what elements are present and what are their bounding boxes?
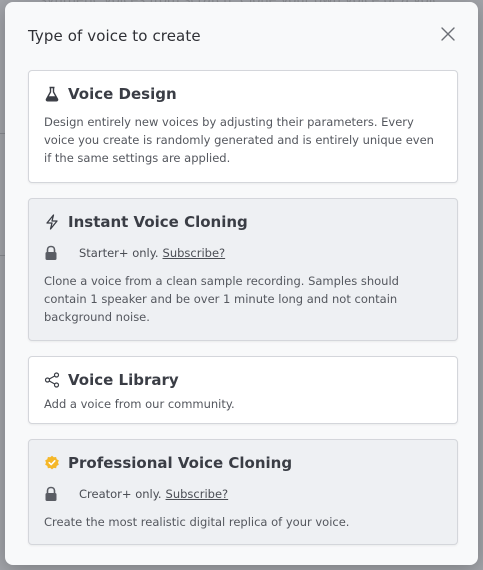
lock-icon — [44, 245, 58, 261]
voice-type-modal: Type of voice to create Voice Design Des… — [5, 2, 478, 565]
modal-header: Type of voice to create — [28, 26, 458, 48]
subscribe-link[interactable]: Subscribe? — [163, 246, 226, 260]
lock-icon — [44, 486, 58, 502]
plan-requirement: Creator+ only. Subscribe? — [44, 485, 442, 503]
flask-icon — [44, 86, 60, 102]
modal-title: Type of voice to create — [28, 27, 201, 45]
option-description: Create the most realistic digital replic… — [44, 515, 350, 529]
option-title: Instant Voice Cloning — [68, 213, 248, 231]
close-icon[interactable] — [438, 24, 458, 44]
plan-requirement-text: Starter+ only. — [79, 246, 159, 260]
option-header: Voice Library — [44, 370, 442, 390]
option-professional-voice-cloning[interactable]: Professional Voice Cloning Creator+ only… — [28, 439, 458, 545]
plan-requirement-text: Creator+ only. — [79, 487, 162, 501]
lightning-icon — [44, 214, 60, 230]
option-instant-voice-cloning[interactable]: Instant Voice Cloning Starter+ only. Sub… — [28, 198, 458, 341]
subscribe-link[interactable]: Subscribe? — [166, 487, 229, 501]
option-header: Instant Voice Cloning — [44, 212, 442, 232]
plan-requirement: Starter+ only. Subscribe? — [44, 244, 442, 262]
option-description: Add a voice from our community. — [44, 397, 235, 411]
option-title: Professional Voice Cloning — [68, 454, 293, 472]
verified-badge-icon — [44, 455, 60, 471]
option-voice-design[interactable]: Voice Design Design entirely new voices … — [28, 70, 458, 183]
option-voice-library[interactable]: Voice Library Add a voice from our commu… — [28, 356, 458, 424]
option-header: Voice Design — [44, 84, 442, 104]
share-icon — [44, 372, 60, 388]
option-title: Voice Library — [68, 371, 179, 389]
option-header: Professional Voice Cloning — [44, 453, 442, 473]
option-title: Voice Design — [68, 85, 177, 103]
option-description: Clone a voice from a clean sample record… — [44, 274, 399, 324]
option-description: Design entirely new voices by adjusting … — [44, 115, 434, 165]
